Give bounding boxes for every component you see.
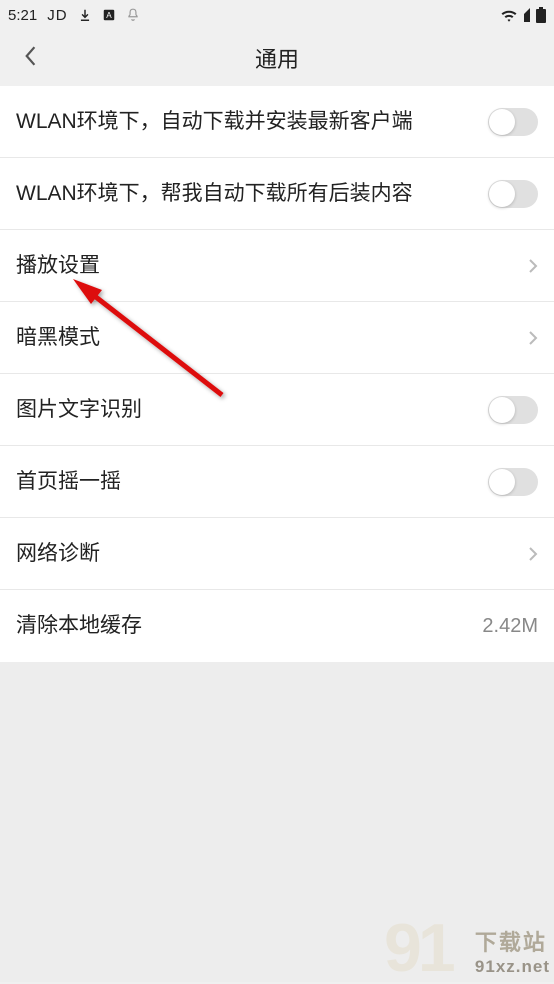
toggle-knob	[489, 397, 515, 423]
settings-list: WLAN环境下，自动下载并安装最新客户端 WLAN环境下，帮我自动下载所有后装内…	[0, 86, 554, 662]
download-icon	[78, 8, 92, 22]
row-wlan-download-content[interactable]: WLAN环境下，帮我自动下载所有后装内容	[0, 158, 554, 230]
wifi-icon	[500, 8, 518, 22]
toggle-wlan-content[interactable]	[488, 180, 538, 208]
row-playback-settings[interactable]: 播放设置	[0, 230, 554, 302]
row-wlan-download-client[interactable]: WLAN环境下，自动下载并安装最新客户端	[0, 86, 554, 158]
toggle-homepage-shake[interactable]	[488, 468, 538, 496]
chevron-left-icon	[23, 45, 37, 72]
watermark-text1: 下载站	[475, 925, 550, 957]
status-right	[500, 7, 546, 23]
status-time: 5:21	[8, 7, 37, 24]
cache-size-value: 2.42M	[482, 615, 538, 638]
chevron-right-icon	[528, 546, 538, 562]
row-network-diagnosis[interactable]: 网络诊断	[0, 518, 554, 590]
row-label: WLAN环境下，帮我自动下载所有后装内容	[16, 180, 413, 207]
status-bar: 5:21 JD A	[0, 0, 554, 30]
toggle-wlan-client[interactable]	[488, 108, 538, 136]
toggle-knob	[489, 181, 515, 207]
row-dark-mode[interactable]: 暗黑模式	[0, 302, 554, 374]
battery-icon	[536, 7, 546, 23]
toggle-knob	[489, 469, 515, 495]
watermark: 91 下载站 91xz.net	[384, 919, 554, 984]
watermark-logo: 91	[384, 919, 452, 984]
watermark-text2: 91xz.net	[475, 957, 550, 977]
status-left: 5:21 JD A	[8, 7, 140, 24]
notification-icon	[126, 8, 140, 22]
row-label: 网络诊断	[16, 540, 100, 567]
row-label: 图片文字识别	[16, 396, 142, 423]
status-jd: JD	[47, 7, 67, 24]
page-title: 通用	[0, 42, 554, 74]
chevron-right-icon	[528, 258, 538, 274]
row-label: 首页摇一摇	[16, 468, 121, 495]
row-label: 清除本地缓存	[16, 612, 142, 639]
signal-icon	[524, 8, 530, 22]
row-label: 暗黑模式	[16, 324, 100, 351]
row-image-text-recognition[interactable]: 图片文字识别	[0, 374, 554, 446]
svg-text:A: A	[106, 11, 112, 20]
row-label: WLAN环境下，自动下载并安装最新客户端	[16, 108, 413, 135]
app-square-icon: A	[102, 8, 116, 22]
chevron-right-icon	[528, 330, 538, 346]
row-label: 播放设置	[16, 252, 100, 279]
back-button[interactable]	[12, 40, 48, 76]
row-homepage-shake[interactable]: 首页摇一摇	[0, 446, 554, 518]
toggle-image-text[interactable]	[488, 396, 538, 424]
row-clear-cache[interactable]: 清除本地缓存 2.42M	[0, 590, 554, 662]
toggle-knob	[489, 109, 515, 135]
nav-bar: 通用	[0, 30, 554, 86]
